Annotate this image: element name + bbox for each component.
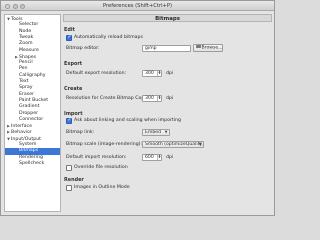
sidebar-item-label: System (19, 142, 37, 147)
bitmap-scale-value: Smooth (optimizeQuality) (145, 141, 204, 147)
outline-images-checkbox[interactable] (66, 185, 72, 191)
import-resolution-label: Default import resolution: (66, 155, 127, 160)
auto-reload-label: Automatically reload bitmaps (74, 35, 143, 40)
sidebar-item-label: Dropper (19, 110, 39, 116)
spinner-arrows-icon[interactable]: ▲ ▼ (157, 70, 161, 76)
browse-button[interactable]: Browse... (193, 44, 223, 52)
sidebar-item-label: Gradient (19, 104, 40, 110)
spinner-arrows-icon[interactable]: ▲ ▼ (157, 154, 161, 160)
sidebar-item-label: Eraser (19, 91, 35, 97)
auto-reload-checkbox[interactable] (66, 34, 72, 41)
sidebar-item-label: Zoom (19, 41, 33, 47)
sidebar-item-label: Tweak (19, 34, 34, 40)
bitmaps-panel: Bitmaps Edit Automatically reload bitmap… (63, 14, 272, 212)
ask-import-label: Ask about linking and scaling when impor… (74, 118, 182, 123)
bitmap-scale-dropdown[interactable]: Smooth (optimizeQuality) ▼ (142, 140, 204, 148)
page-title: Bitmaps (63, 14, 272, 22)
sidebar-item-label: Selector (19, 22, 39, 28)
create-resolution-value: 300 (145, 96, 154, 101)
create-resolution-spinner[interactable]: 300 ▲ ▼ (142, 94, 162, 102)
spinner-arrows-icon[interactable]: ▲ ▼ (157, 95, 161, 101)
sidebar-item-label: Rendering (19, 154, 43, 160)
outline-images-label: Images in Outline Mode (74, 185, 130, 190)
import-resolution-spinner[interactable]: 600 ▲ ▼ (142, 153, 162, 161)
sidebar-item-label: Pencil (19, 60, 33, 66)
sidebar-item-label: Behavior (11, 130, 32, 136)
import-unit: dpi (166, 155, 174, 160)
render-heading: Render (64, 177, 84, 183)
window-title: Preferences (Shift+Ctrl+P) (102, 3, 173, 9)
folder-icon (195, 44, 201, 49)
sidebar-item-label: Paint Bucket (19, 97, 49, 103)
sidebar-item-label: Input/Output (11, 136, 41, 142)
override-resolution-checkbox[interactable] (66, 165, 72, 171)
sidebar-item-label: Node (19, 28, 32, 34)
sidebar-item-label: Spellcheck (19, 160, 45, 166)
edit-heading: Edit (64, 27, 75, 33)
export-unit: dpi (166, 71, 174, 76)
bitmap-scale-label: Bitmap scale (image-rendering): (66, 142, 143, 147)
preferences-window: Preferences (Shift+Ctrl+P) ▼Tools Selecto… (0, 0, 275, 216)
sidebar-item-label: Measure (19, 47, 39, 53)
sidebar-item[interactable]: Spellcheck (5, 161, 60, 167)
ask-import-checkbox[interactable] (66, 117, 72, 124)
sidebar-item-label: Text (19, 79, 29, 84)
export-resolution-label: Default export resolution: (66, 71, 127, 76)
bitmap-link-value: Embed (145, 129, 162, 135)
bitmap-editor-label: Bitmap editor: (66, 46, 100, 51)
browse-label: Browse... (201, 45, 223, 51)
bitmap-link-dropdown[interactable]: Embed ▼ (142, 128, 170, 136)
sidebar-item-label: Interface (11, 124, 32, 130)
import-heading: Import (64, 111, 83, 117)
create-resolution-label: Resolution for Create Bitmap Copy: (66, 96, 149, 101)
create-heading: Create (64, 86, 83, 92)
chevron-down-icon: ▼ (198, 141, 202, 146)
sidebar-item-label: Calligraphy (19, 72, 46, 78)
sidebar-item-label: Connector (19, 116, 44, 122)
bitmap-editor-input[interactable]: gimp (142, 44, 191, 52)
export-heading: Export (64, 61, 83, 67)
sidebar-item-label: Bitmaps (19, 148, 39, 154)
export-resolution-spinner[interactable]: 300 ▲ ▼ (142, 69, 162, 77)
import-resolution-value: 600 (145, 155, 154, 160)
create-unit: dpi (166, 96, 174, 101)
export-resolution-value: 300 (145, 71, 154, 76)
bitmap-link-label: Bitmap link: (66, 130, 95, 135)
sidebar-item-label: Spray (19, 85, 33, 91)
title-bar[interactable]: Preferences (Shift+Ctrl+P) (1, 1, 274, 11)
sidebar-item-label: Pen (19, 66, 28, 72)
preferences-tree[interactable]: ▼Tools Selector Node Tweak Zoom Measure ▶Shape… (4, 14, 61, 212)
override-resolution-label: Override file resolution (74, 165, 128, 170)
chevron-down-icon: ▼ (164, 129, 168, 134)
